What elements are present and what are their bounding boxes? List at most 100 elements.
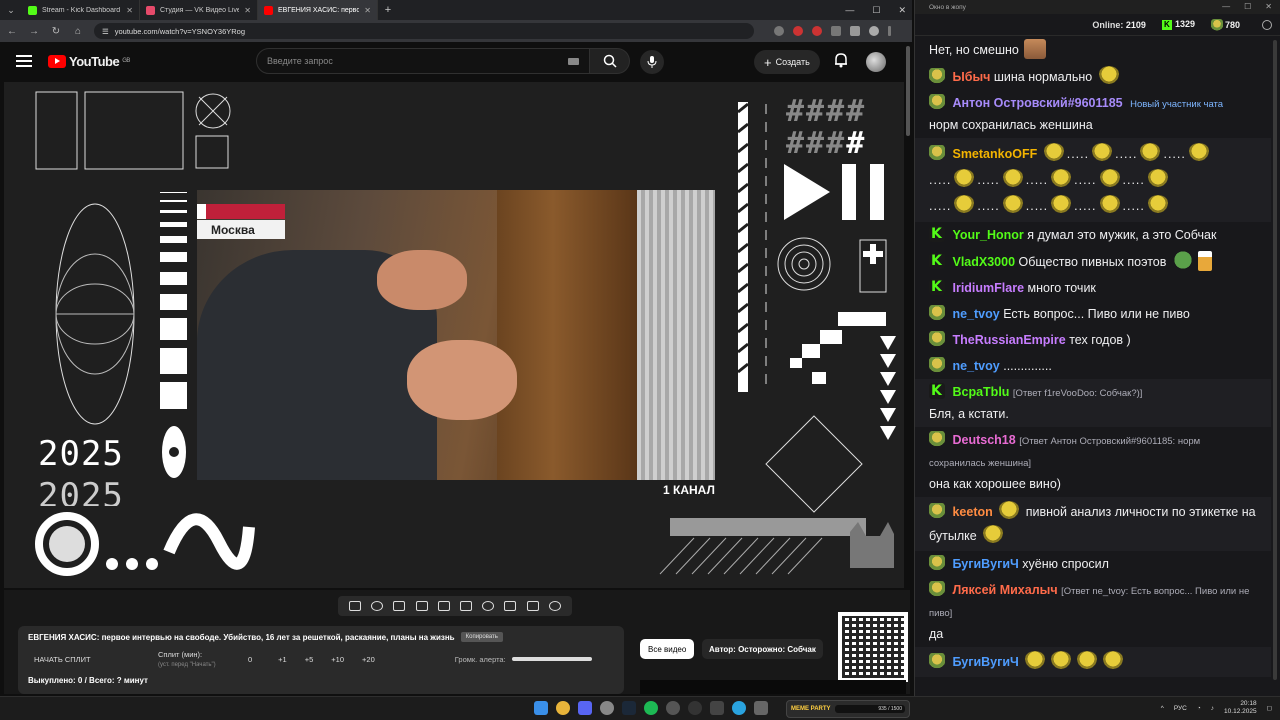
notifications-bell-icon[interactable]: [834, 52, 848, 68]
split-value-button[interactable]: +20: [362, 655, 375, 664]
video-title: ЕВГЕНИЯ ХАСИС: первое интервью на свобод…: [28, 632, 455, 642]
clock[interactable]: 20:18 10.12.2025: [1224, 700, 1257, 716]
tab-youtube-video[interactable]: ЕВГЕНИЯ ХАСИС: первое ... ✕: [258, 0, 378, 20]
close-icon[interactable]: ✕: [1265, 2, 1272, 11]
app-icon[interactable]: [666, 701, 680, 715]
username[interactable]: SmetankoOFF: [952, 147, 1037, 161]
extension-icon[interactable]: [812, 26, 822, 36]
username[interactable]: Your_Honor: [952, 228, 1023, 242]
tab-close-icon[interactable]: ✕: [364, 6, 371, 15]
app-icon[interactable]: [600, 701, 614, 715]
settings-gear-icon[interactable]: [1262, 20, 1272, 30]
maximize-icon[interactable]: ☐: [1244, 2, 1251, 11]
tab-search-icon[interactable]: ⌄: [0, 0, 22, 20]
emote-dots: .....: [1163, 147, 1186, 161]
discord-icon[interactable]: [578, 701, 592, 715]
reload-icon[interactable]: ↻: [50, 26, 62, 37]
tab-close-icon[interactable]: ✕: [126, 6, 133, 15]
split-value-button[interactable]: 0: [248, 655, 252, 664]
split-value-button[interactable]: +1: [278, 655, 287, 664]
start-split-button[interactable]: НАЧАТЬ СПЛИТ: [28, 655, 158, 664]
extension-icon[interactable]: [793, 26, 803, 36]
views-icon[interactable]: [393, 601, 406, 611]
create-button[interactable]: + Создать: [754, 50, 820, 74]
download-icon[interactable]: [850, 26, 860, 36]
reply-reference[interactable]: [Ответ f1reVooDoo: Собчак?)]: [1013, 388, 1142, 399]
site-info-icon[interactable]: ☰: [102, 27, 109, 36]
search-input[interactable]: Введите запрос: [256, 48, 590, 74]
telegram-icon[interactable]: [732, 701, 746, 715]
page-scrollbar[interactable]: [906, 46, 910, 136]
username[interactable]: БугиВугиЧ: [952, 655, 1018, 669]
address-bar[interactable]: ☰ youtube.com/watch?v=YSNOY36YRog: [94, 23, 754, 39]
chat-scrollbar[interactable]: [1273, 40, 1277, 680]
username[interactable]: ne_tvoy: [952, 307, 999, 321]
volume-icon[interactable]: ♪: [1211, 705, 1214, 712]
keyboard-icon[interactable]: [568, 57, 579, 65]
author-chip[interactable]: Автор: Осторожно: Собчак: [702, 639, 823, 659]
wifi-icon[interactable]: ◔: [1197, 705, 1201, 712]
menu-icon[interactable]: [888, 26, 891, 36]
close-icon[interactable]: ✕: [898, 5, 906, 16]
home-icon[interactable]: ⌂: [72, 26, 84, 37]
language-indicator[interactable]: РУС: [1174, 705, 1187, 712]
new-tab-button[interactable]: +: [378, 4, 398, 16]
account-avatar[interactable]: [866, 52, 886, 72]
username[interactable]: BcpaTblu: [952, 385, 1009, 399]
extension-icon[interactable]: [774, 26, 784, 36]
notifications-icon[interactable]: ◻: [1267, 704, 1272, 712]
all-videos-chip[interactable]: Все видео: [640, 639, 695, 659]
username[interactable]: keeton: [952, 505, 992, 519]
maximize-icon[interactable]: ☐: [872, 5, 880, 16]
alert-volume-slider[interactable]: [511, 657, 592, 661]
chrome-icon[interactable]: [556, 701, 570, 715]
spotify-icon[interactable]: [644, 701, 658, 715]
username[interactable]: VladX3000: [952, 255, 1015, 269]
extensions-puzzle-icon[interactable]: [831, 26, 841, 36]
search-button[interactable]: [590, 48, 630, 74]
pip-icon[interactable]: [437, 601, 450, 611]
forward-icon[interactable]: →: [28, 26, 40, 37]
split-value-button[interactable]: +5: [305, 655, 314, 664]
youtube-logo[interactable]: YouTube GB: [48, 54, 130, 69]
browser-toolbar: ← → ↻ ⌂ ☰ youtube.com/watch?v=YSNOY36YRo…: [0, 20, 912, 42]
pepe-emote-icon: [953, 169, 976, 189]
pepe-emote-icon: [1098, 195, 1121, 215]
grid-icon[interactable]: [460, 601, 473, 611]
video-player[interactable]: #### #### Москва 1 КАНАЛ 2025 2025: [4, 82, 904, 588]
tray-arrow-icon[interactable]: ^: [1161, 705, 1164, 712]
screenshot-icon[interactable]: [526, 601, 539, 611]
tab-kick-dashboard[interactable]: Stream - Kick Dashboard ✕: [22, 0, 140, 20]
profile-icon[interactable]: [869, 26, 879, 36]
tab-close-icon[interactable]: ✕: [244, 6, 251, 15]
obs-icon[interactable]: [688, 701, 702, 715]
back-icon[interactable]: ←: [6, 26, 18, 37]
minimize-icon[interactable]: —: [1222, 2, 1230, 11]
username[interactable]: IridiumFlare: [952, 281, 1024, 295]
settings-gear-icon[interactable]: [548, 601, 561, 611]
media-icon[interactable]: [710, 701, 724, 715]
steam-icon[interactable]: [622, 701, 636, 715]
start-menu-icon[interactable]: [534, 701, 548, 715]
username[interactable]: Deutsch18: [952, 433, 1015, 447]
broadcast-icon[interactable]: [371, 601, 384, 611]
add-clip-icon[interactable]: [504, 601, 517, 611]
hamburger-menu-icon[interactable]: [16, 55, 32, 67]
speed-icon[interactable]: [482, 601, 495, 611]
split-value-button[interactable]: +10: [331, 655, 344, 664]
tab-vk-studio[interactable]: Студия — VK Видео Live ✕: [140, 0, 258, 20]
username[interactable]: БугиВугиЧ: [952, 557, 1018, 571]
app-icon[interactable]: [754, 701, 768, 715]
username[interactable]: Антон Островский#9601185: [952, 96, 1122, 110]
username[interactable]: Ляксей Михалыч: [952, 583, 1057, 597]
clapper-icon[interactable]: [415, 601, 428, 611]
pepe-badge-icon: [929, 305, 945, 321]
username[interactable]: TheRussianEmpire: [952, 333, 1065, 347]
loop-icon[interactable]: [349, 601, 362, 611]
copy-button[interactable]: Копировать: [460, 632, 503, 642]
minimize-icon[interactable]: —: [845, 5, 854, 15]
username[interactable]: ne_tvoy: [952, 359, 999, 373]
voice-search-button[interactable]: [640, 50, 664, 74]
meme-party-widget[interactable]: MEME PARTY 935 / 1500: [786, 700, 910, 718]
username[interactable]: Ыбыч: [952, 70, 990, 84]
